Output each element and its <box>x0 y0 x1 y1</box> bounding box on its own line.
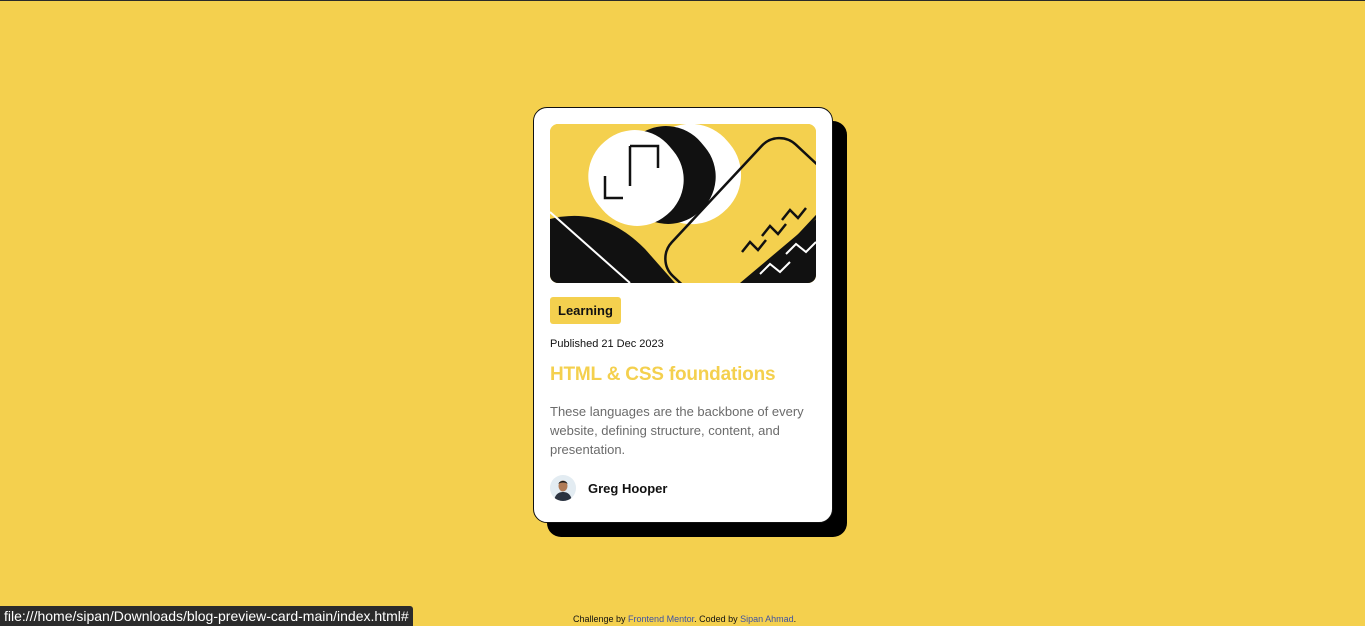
attribution-suffix: . <box>793 614 797 624</box>
article-illustration <box>550 124 816 283</box>
published-date: Published 21 Dec 2023 <box>550 338 664 350</box>
blog-preview-card: Learning Published 21 Dec 2023 HTML & CS… <box>533 107 833 523</box>
category-tag: Learning <box>550 297 621 324</box>
browser-status-bar: file:///home/sipan/Downloads/blog-previe… <box>0 606 413 626</box>
frontend-mentor-link[interactable]: Frontend Mentor <box>628 614 694 624</box>
author-link[interactable]: Sipan Ahmad <box>740 614 794 624</box>
attribution-prefix: Challenge by <box>573 614 629 624</box>
author-name: Greg Hooper <box>588 480 668 496</box>
author: Greg Hooper <box>550 475 816 501</box>
article-description: These languages are the backbone of ever… <box>550 404 804 457</box>
attribution-middle: . Coded by <box>694 614 741 624</box>
article-title[interactable]: HTML & CSS foundations <box>550 364 816 386</box>
avatar-icon <box>550 475 576 501</box>
attribution: Challenge by Frontend Mentor. Coded by S… <box>573 614 796 624</box>
